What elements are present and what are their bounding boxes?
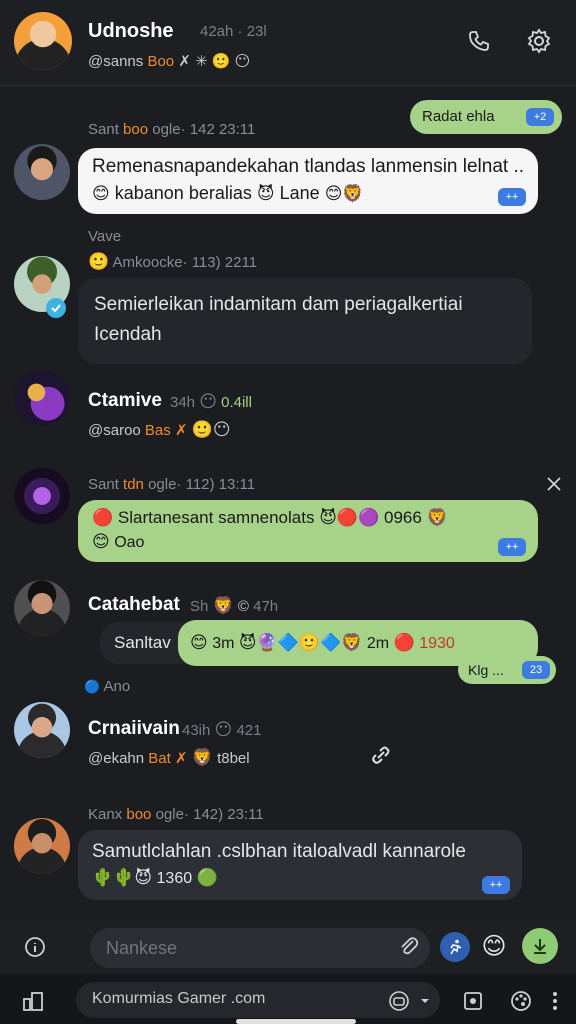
message-label: Vave	[88, 228, 122, 245]
message-text: 🔴 Slartanesant samnenolats 😈🔴🟣 0966 🦁	[92, 508, 448, 527]
user-handle-row: @ekahn Bat ✗ 🦁 t8bel	[88, 748, 250, 767]
message-chip: ++	[498, 188, 526, 206]
user-avatar[interactable]	[14, 468, 70, 524]
outgoing-top-text: Radat ehla	[422, 108, 495, 125]
message-label: 🔵 Ano	[84, 678, 131, 695]
user-name[interactable]: Catahebat	[88, 594, 180, 616]
verified-check-icon	[46, 298, 66, 318]
header-status-glyphs: ✗ ✳ 🙂 😶	[178, 53, 251, 70]
message-bubble-green[interactable]: 🔴 Slartanesant samnenolats 😈🔴🟣 0966 🦁 😊 …	[78, 500, 538, 562]
user-avatar[interactable]	[14, 702, 70, 758]
home-indicator[interactable]	[236, 1019, 356, 1024]
header-meta: 42ah · 23l	[200, 23, 267, 40]
send-download-button[interactable]	[522, 928, 558, 964]
chevron-down-icon[interactable]	[410, 986, 440, 1016]
sender-avatar[interactable]	[14, 144, 70, 200]
message-text-line2: 🌵🌵😈 1360 🟢	[92, 868, 218, 887]
palette-icon[interactable]	[506, 986, 536, 1016]
user-name[interactable]: Ctamive	[88, 390, 162, 412]
close-icon[interactable]	[542, 472, 566, 496]
emoji-icon[interactable]: 😊	[478, 930, 510, 962]
chat-header: Udnoshe 42ah · 23l @sanns Boo ✗ ✳ 🙂 😶	[0, 0, 576, 86]
message-bubble-dark[interactable]: Semierleikan indamitam dam periagalkerti…	[78, 278, 532, 364]
message-text-line2: 😊 kabanon beralias 😈 Lane 😊🦁	[92, 183, 364, 203]
message-bubble-dark[interactable]: Samutlclahlan .cslbhan italoalvadl kanna…	[78, 830, 522, 900]
message-meta-1: Sant boo ogle· 142 23:11	[88, 121, 256, 138]
message-chip: ++	[482, 876, 510, 894]
outgoing-bubble-top[interactable]: Radat ehla +2	[410, 100, 562, 134]
more-vertical-icon[interactable]	[540, 986, 570, 1016]
message-meta-3: Sant tdn ogle· 112) 13:11	[88, 476, 256, 493]
message-text-line2: Icendah	[94, 324, 162, 345]
apps-icon[interactable]	[18, 986, 48, 1016]
user-handle-row: @saroo Bas ✗ 🙂😶	[88, 420, 231, 439]
message-badge-bubble[interactable]: Klg ... 23	[458, 656, 556, 684]
user-avatar[interactable]	[14, 580, 70, 636]
info-icon[interactable]	[20, 932, 50, 962]
user-meta: 34h 😶 0.4ill	[170, 392, 252, 411]
user-avatar[interactable]	[14, 818, 70, 874]
message-input[interactable]	[90, 928, 430, 968]
attach-paperclip-icon[interactable]	[394, 932, 424, 962]
header-handle-accent: Boo	[147, 53, 175, 70]
header-name: Udnoshe	[88, 20, 174, 42]
message-meta-2: 🙂 Amkoocke· 113) 2211	[88, 252, 258, 271]
header-handle: @sanns	[88, 53, 144, 70]
outgoing-top-chip: +2	[526, 108, 554, 126]
phone-icon[interactable]	[464, 26, 494, 56]
message-bubble-white[interactable]: Remenasnapandekahan tlandas lanmensin le…	[78, 148, 538, 214]
settings-gear-icon[interactable]	[524, 26, 554, 56]
message-chip: ++	[498, 538, 526, 556]
message-text: Semierleikan indamitam dam periagalkerti…	[94, 294, 463, 315]
message-text: Samutlclahlan .cslbhan italoalvadl kanna…	[92, 841, 466, 862]
media-icon[interactable]	[458, 986, 488, 1016]
run-activity-icon[interactable]	[440, 932, 470, 962]
message-text-line2: 😊 Oao	[92, 532, 145, 551]
message-meta-4: Kanx boo ogle· 142) 23:11	[88, 806, 264, 823]
reply-label: Sanltav	[114, 633, 171, 652]
user-avatar[interactable]	[14, 370, 70, 426]
header-handle-row: @sanns Boo ✗ ✳ 🙂 😶	[88, 52, 250, 70]
user-meta: 43ih 😶 421	[182, 720, 262, 739]
user-name[interactable]: Crnaiivain	[88, 718, 180, 740]
link-icon[interactable]	[366, 740, 396, 770]
header-avatar[interactable]	[14, 12, 72, 70]
message-text: Remenasnapandekahan tlandas lanmensin le…	[92, 156, 524, 177]
user-meta: Sh 🦁 © 47h	[190, 596, 279, 615]
